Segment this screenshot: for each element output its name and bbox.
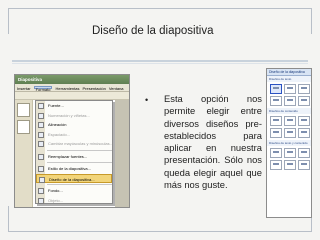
text-content-layouts-grid	[267, 146, 311, 172]
layout-thumbnail[interactable]	[284, 96, 296, 106]
slide-title: Diseño de la diapositiva	[92, 25, 214, 37]
body-text: Esta opción nos permite elegir entre div…	[164, 93, 262, 191]
menu-item[interactable]: Fondo...	[36, 186, 112, 196]
office-screenshot: Diapositiva Insertar Formato Herramientas P…	[14, 74, 130, 208]
layout-thumbnail[interactable]	[298, 84, 310, 94]
menu-item-label: Numeración y viñetas...	[48, 112, 90, 118]
bullet-mark: •	[145, 95, 149, 105]
menu-item-icon	[38, 141, 44, 147]
menu-item-label: Cambiar mayúsculas y minúsculas...	[48, 141, 113, 146]
menu-item-label: Fuente...	[48, 103, 64, 108]
menu-item-label: Estilo de la diapositiva...	[48, 166, 91, 171]
layout-thumbnail[interactable]	[284, 160, 296, 170]
layout-thumbnail[interactable]	[298, 160, 310, 170]
layout-thumbnail[interactable]	[270, 160, 282, 170]
layout-thumbnail[interactable]	[270, 128, 282, 138]
layout-thumbnail[interactable]	[298, 148, 310, 158]
window-title: Diapositiva	[15, 75, 129, 84]
menu-item-icon	[38, 153, 44, 160]
menu-herramientas[interactable]: Herramientas	[55, 86, 79, 91]
menu-item[interactable]: Reemplazar fuentes...	[36, 152, 112, 162]
edit-area	[115, 100, 129, 207]
layout-thumbnail[interactable]	[284, 128, 296, 138]
slide-frame-top	[8, 8, 312, 9]
layout-task-pane: Diseño de la diapositiva Diseños de text…	[266, 68, 312, 218]
slide-thumbnail[interactable]	[17, 103, 30, 117]
menu-item-icon	[38, 131, 44, 138]
layout-thumbnail[interactable]	[284, 116, 296, 126]
menu-item-label: Alineación	[48, 122, 67, 127]
menu-insertar[interactable]: Insertar	[17, 86, 31, 91]
menu-item-icon	[38, 122, 44, 128]
menu-item[interactable]: Diseño de la diapositiva...	[36, 173, 112, 183]
slide-thumbnail[interactable]	[17, 120, 30, 134]
menu-presentación[interactable]: Presentación	[82, 86, 105, 91]
menu-item-icon	[38, 166, 44, 172]
layout-thumbnail[interactable]	[270, 96, 282, 106]
menu-item[interactable]: Cambiar mayúsculas y minúsculas...	[36, 139, 113, 149]
layout-thumbnail[interactable]	[284, 148, 296, 158]
menu-bar: Insertar Formato Herramientas Presentación V…	[15, 84, 129, 92]
layout-thumbnail[interactable]	[298, 96, 310, 106]
title-rule	[12, 60, 308, 62]
menu-item[interactable]: Objeto...	[36, 196, 112, 206]
task-pane-title: Diseño de la diapositiva	[267, 69, 311, 76]
menu-formato[interactable]: Formato	[33, 86, 53, 92]
content-layouts-grid	[267, 114, 311, 140]
menu-item-icon	[38, 197, 44, 204]
slide-frame-bottom-left	[8, 206, 9, 232]
menu-item-label: Objeto...	[48, 197, 64, 203]
layout-thumbnail[interactable]	[284, 84, 296, 94]
menu-item[interactable]: Numeración y viñetas...	[36, 111, 112, 121]
slide-frame-bottom	[8, 231, 312, 232]
menu-item-label: Reemplazar fuentes...	[48, 153, 88, 159]
format-menu: Fuente... Numeración y viñetas... Alineaci…	[35, 100, 113, 204]
menu-ventana[interactable]: Ventana	[109, 86, 124, 91]
menu-item-label: Espaciado...	[48, 131, 71, 137]
menu-item-icon	[39, 176, 45, 183]
layout-thumbnail[interactable]	[270, 116, 282, 126]
menu-item-label: Diseño de la diapositiva...	[49, 176, 95, 182]
menu-item-label: Fondo...	[48, 188, 63, 193]
title-rule-thin	[12, 63, 308, 64]
layout-thumbnail[interactable]	[298, 116, 310, 126]
menu-item[interactable]: Espaciado...	[36, 130, 112, 140]
layout-thumbnail[interactable]	[298, 128, 310, 138]
toolbar	[15, 92, 129, 100]
slide-frame-right	[311, 8, 312, 34]
menu-separator	[47, 149, 112, 151]
menu-item-icon	[38, 188, 44, 194]
text-layouts-grid	[267, 82, 311, 108]
menu-separator	[47, 184, 112, 185]
slide-frame-left	[8, 8, 9, 34]
menu-item-icon	[38, 103, 44, 109]
layout-thumbnail[interactable]	[270, 84, 282, 94]
menu-item-icon	[38, 112, 44, 119]
layout-thumbnail[interactable]	[270, 148, 282, 158]
menu-item[interactable]: Estilo de la diapositiva...	[36, 164, 112, 174]
slides-pane	[15, 100, 33, 207]
menu-item[interactable]: Alineación	[36, 120, 112, 130]
menu-item[interactable]: Fuente...	[36, 101, 112, 111]
menu-separator	[47, 162, 112, 163]
